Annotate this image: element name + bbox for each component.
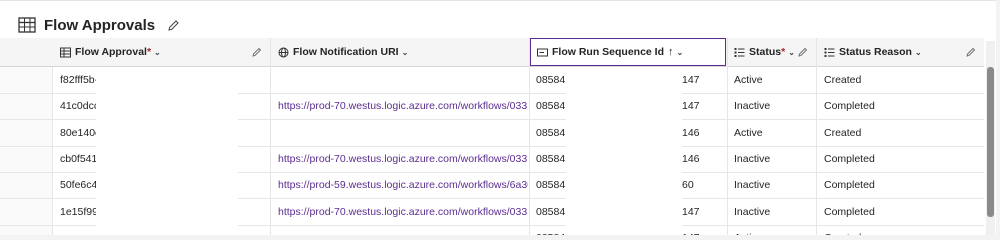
cell-uri[interactable]: https://prod-70.westus.logic.azure.com/w… <box>272 199 528 225</box>
redaction-block <box>566 70 682 235</box>
vertical-scrollbar[interactable] <box>986 41 995 235</box>
column-header-status[interactable]: Status * ⌄ <box>728 38 816 66</box>
column-label: Flow Notification URI <box>293 46 399 58</box>
cell-reason: Completed <box>824 152 875 165</box>
cell-status: Active <box>728 225 816 235</box>
main-panel: Flow Approvals Flow Approval * ⌄ Flow Not… <box>0 0 996 235</box>
column-header-flow-approval[interactable]: Flow Approval * ⌄ <box>54 38 270 66</box>
cell-status: Active <box>734 126 763 139</box>
cell-uri[interactable] <box>272 67 528 93</box>
cell-uri[interactable] <box>272 120 528 146</box>
pencil-icon[interactable] <box>167 19 180 32</box>
chevron-down-icon[interactable]: ⌄ <box>154 48 161 57</box>
filter-icon[interactable] <box>798 47 808 57</box>
column-label: Status <box>749 46 782 58</box>
grid-header: Flow Approval * ⌄ Flow Notification URI ⌄… <box>0 38 984 67</box>
cell-status: Active <box>734 74 763 86</box>
cell-uri[interactable]: https://prod-59.westus.logic.azure.com/w… <box>272 172 528 198</box>
column-divider <box>529 38 530 235</box>
data-grid: Flow Approval * ⌄ Flow Notification URI ⌄… <box>0 38 984 235</box>
chevron-down-icon[interactable]: ⌄ <box>788 48 795 57</box>
filter-icon[interactable] <box>252 47 262 57</box>
cell-reason: Created <box>824 74 862 86</box>
column-label: Flow Approval <box>75 46 147 58</box>
cell-reason: Completed <box>824 205 875 218</box>
cell-reason: Created <box>818 225 984 235</box>
chevron-down-icon[interactable]: ⌄ <box>915 48 922 57</box>
view-header: Flow Approvals <box>18 13 180 37</box>
column-header-flow-run-sequence-id[interactable]: Flow Run Sequence Id ↑ ⌄ <box>530 38 726 66</box>
cell-status: Inactive <box>734 152 771 165</box>
cell-status: Inactive <box>734 205 771 218</box>
table-icon <box>60 47 71 57</box>
cell-status: Inactive <box>734 100 771 113</box>
cell-sequence-end: 147 <box>682 74 700 86</box>
cell-status: Inactive <box>734 179 771 192</box>
chevron-down-icon[interactable]: ⌄ <box>677 48 684 57</box>
filter-icon[interactable] <box>966 47 976 57</box>
scrollbar-thumb[interactable] <box>987 67 994 217</box>
required-marker: * <box>781 46 786 58</box>
table-icon <box>18 17 36 33</box>
column-header-flow-notification-uri[interactable]: Flow Notification URI ⌄ <box>272 38 528 66</box>
choice-icon <box>734 47 745 57</box>
cell-sequence-end: 146 <box>682 126 700 139</box>
cell-uri[interactable] <box>272 225 528 235</box>
column-header-status-reason[interactable]: Status Reason ⌄ <box>818 38 984 66</box>
cell-sequence-end: 60 <box>682 179 694 192</box>
column-divider <box>727 38 728 235</box>
column-divider <box>816 38 817 235</box>
cell-uri[interactable]: https://prod-70.westus.logic.azure.com/w… <box>272 93 528 119</box>
cell-sequence-end: 147 <box>682 205 700 218</box>
column-label: Status Reason <box>839 46 912 58</box>
chevron-down-icon[interactable]: ⌄ <box>402 48 409 57</box>
page-title: Flow Approvals <box>44 16 156 34</box>
required-marker: * <box>146 46 152 58</box>
cell-sequence-end: 147 <box>682 225 726 235</box>
cell-uri[interactable]: https://prod-70.westus.logic.azure.com/w… <box>272 146 528 172</box>
redaction-block <box>96 70 238 235</box>
text-field-icon <box>537 48 548 56</box>
cell-reason: Completed <box>824 100 875 113</box>
sort-ascending-icon: ↑ <box>668 46 674 58</box>
column-label: Flow Run Sequence Id <box>552 46 665 58</box>
cell-reason: Completed <box>824 179 875 192</box>
cell-reason: Created <box>824 126 862 139</box>
cell-sequence-end: 147 <box>682 100 700 113</box>
choice-icon <box>824 47 835 57</box>
cell-sequence-end: 146 <box>682 152 700 165</box>
globe-icon <box>278 47 289 57</box>
column-divider <box>270 38 271 235</box>
